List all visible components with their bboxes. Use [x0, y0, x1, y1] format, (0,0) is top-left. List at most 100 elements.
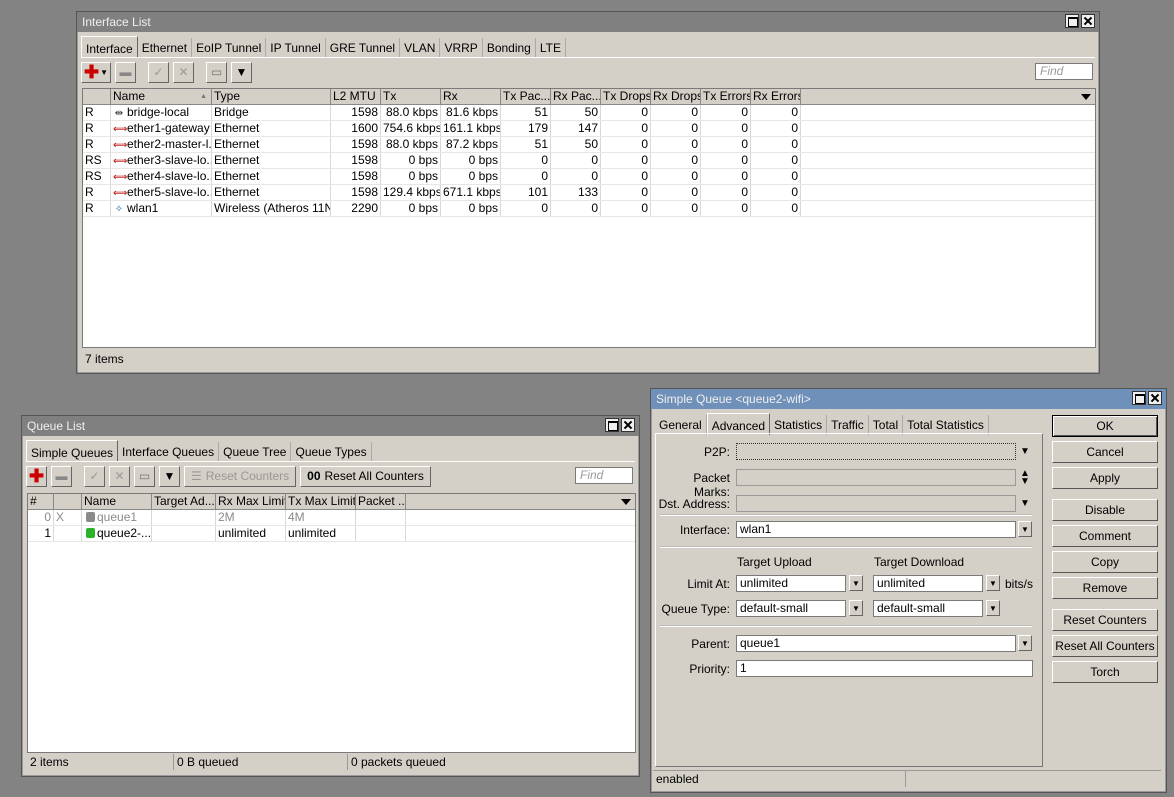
column-header[interactable]: Rx Pac...: [551, 89, 601, 104]
interface-select[interactable]: wlan1: [736, 521, 1016, 538]
simple-queue-tab-total[interactable]: Total: [869, 415, 904, 435]
table-row[interactable]: R ⟺ether5-slave-lo... Ethernet 1598 129.4 kb…: [83, 185, 1095, 201]
remove-button[interactable]: ▬: [51, 465, 72, 487]
queue-tab-interface-queues[interactable]: Interface Queues: [118, 442, 220, 462]
column-header[interactable]: Tx Errors: [701, 89, 751, 104]
reset-counters-button[interactable]: ☰ Reset Counters: [184, 465, 297, 487]
queue-tab-queue-types[interactable]: Queue Types: [291, 442, 372, 462]
dropdown-button-icon[interactable]: ▼: [1018, 635, 1032, 651]
limit-at-upload-field[interactable]: unlimited: [736, 575, 846, 592]
interface-tab-ip-tunnel[interactable]: IP Tunnel: [266, 38, 326, 58]
table-row[interactable]: RS ⟺ether3-slave-lo... Ethernet 1598 0 bps 0 …: [83, 153, 1095, 169]
simple-queue-tab-general[interactable]: General: [655, 415, 707, 435]
interface-tab-bonding[interactable]: Bonding: [483, 38, 536, 58]
column-header[interactable]: [54, 494, 82, 509]
limit-at-download-field[interactable]: unlimited: [873, 575, 983, 592]
column-header[interactable]: Tx Max Limit: [286, 494, 356, 509]
column-header[interactable]: Tx: [381, 89, 441, 104]
column-header[interactable]: Type: [212, 89, 331, 104]
dropdown-button-icon[interactable]: ▼: [986, 600, 1000, 616]
column-header[interactable]: Rx Errors: [751, 89, 801, 104]
add-button[interactable]: ✚: [26, 465, 47, 487]
interface-tab-interface[interactable]: Interface: [81, 36, 138, 58]
filter-button[interactable]: ▼: [231, 61, 252, 83]
interface-tab-vrrp[interactable]: VRRP: [440, 38, 483, 58]
dst-address-field[interactable]: [736, 495, 1016, 512]
dropdown-button-icon[interactable]: ▼: [1018, 521, 1032, 537]
reset-all-counters-button[interactable]: 00 Reset All Counters: [300, 465, 431, 487]
find-input[interactable]: Find: [575, 467, 633, 484]
queue-tab-simple-queues[interactable]: Simple Queues: [26, 440, 119, 462]
dropdown-button-icon[interactable]: ▼: [849, 600, 863, 616]
maximize-icon[interactable]: [1065, 14, 1079, 28]
remove-button[interactable]: ▬: [115, 61, 136, 83]
column-header[interactable]: Rx Drops: [651, 89, 701, 104]
remove-button[interactable]: Remove: [1052, 577, 1158, 599]
column-header[interactable]: Rx Max Limit: [216, 494, 286, 509]
parent-select[interactable]: queue1: [736, 635, 1016, 652]
queue-type-upload-select[interactable]: default-small: [736, 600, 846, 617]
close-icon[interactable]: [621, 418, 635, 432]
add-button[interactable]: ✚ ▼: [81, 61, 111, 83]
column-header[interactable]: Name ▲: [111, 89, 212, 104]
filter-button[interactable]: ▼: [159, 465, 180, 487]
dropdown-arrow-icon[interactable]: ▼: [1020, 498, 1030, 509]
close-icon[interactable]: [1081, 14, 1095, 28]
queue-tab-queue-tree[interactable]: Queue Tree: [219, 442, 292, 462]
column-header[interactable]: Tx Pac...: [501, 89, 551, 104]
comment-button[interactable]: ▭: [134, 465, 155, 487]
priority-field[interactable]: 1: [736, 660, 1033, 677]
column-header[interactable]: Tx Drops: [601, 89, 651, 104]
torch-button[interactable]: Torch: [1052, 661, 1158, 683]
column-chooser[interactable]: [406, 494, 635, 509]
column-header[interactable]: [83, 89, 111, 104]
dropdown-arrow-icon[interactable]: ▼: [1020, 446, 1030, 457]
ok-button[interactable]: OK: [1052, 415, 1158, 437]
reset-counters-button[interactable]: Reset Counters: [1052, 609, 1158, 631]
table-row[interactable]: R ✧ wlan1 Wireless (Atheros 11N) 2290 0 bps 0 …: [83, 201, 1095, 217]
table-row[interactable]: R ⟺ether1-gateway Ethernet 1600 754.6 kbps 16…: [83, 121, 1095, 137]
queue-type-download-select[interactable]: default-small: [873, 600, 983, 617]
enable-button[interactable]: ✓: [84, 465, 105, 487]
interface-tab-eoip-tunnel[interactable]: EoIP Tunnel: [192, 38, 267, 58]
table-row[interactable]: RS ⟺ether4-slave-lo... Ethernet 1598 0 bps 0 …: [83, 169, 1095, 185]
close-icon[interactable]: [1148, 391, 1162, 405]
comment-button[interactable]: ▭: [206, 61, 227, 83]
reset-all-counters-button[interactable]: Reset All Counters: [1052, 635, 1158, 657]
disable-button[interactable]: ✕: [109, 465, 130, 487]
table-row[interactable]: 0 Xqueue1 2M 4M: [28, 510, 635, 526]
up-down-icon[interactable]: ▲ ▼: [1020, 469, 1030, 487]
column-header[interactable]: Target Ad...: [152, 494, 216, 509]
dropdown-button-icon[interactable]: ▼: [849, 575, 863, 591]
maximize-icon[interactable]: [1132, 391, 1146, 405]
p2p-select[interactable]: [736, 443, 1016, 460]
interface-tab-gre-tunnel[interactable]: GRE Tunnel: [326, 38, 401, 58]
table-row[interactable]: 1 queue2-... unlimited unlimited: [28, 526, 635, 542]
simple-queue-tab-traffic[interactable]: Traffic: [827, 415, 869, 435]
interface-tab-vlan[interactable]: VLAN: [400, 38, 441, 58]
maximize-icon[interactable]: [605, 418, 619, 432]
packet-marks-field[interactable]: [736, 469, 1016, 486]
column-header[interactable]: Packet ...: [356, 494, 406, 509]
comment-button[interactable]: Comment: [1052, 525, 1158, 547]
column-header[interactable]: Rx: [441, 89, 501, 104]
find-input[interactable]: Find: [1035, 63, 1093, 80]
disable-button[interactable]: ✕: [173, 61, 194, 83]
simple-queue-titlebar[interactable]: Simple Queue <queue2-wifi>: [651, 389, 1166, 409]
queue-list-titlebar[interactable]: Queue List: [22, 416, 639, 436]
copy-button[interactable]: Copy: [1052, 551, 1158, 573]
column-header[interactable]: Name: [82, 494, 152, 509]
table-row[interactable]: R ⟺ether2-master-l... Ethernet 1598 88.0 kbp…: [83, 137, 1095, 153]
simple-queue-tab-total-statistics[interactable]: Total Statistics: [903, 415, 989, 435]
simple-queue-tab-advanced[interactable]: Advanced: [706, 413, 771, 435]
column-header[interactable]: #: [28, 494, 54, 509]
interface-list-titlebar[interactable]: Interface List: [77, 12, 1099, 32]
interface-tab-lte[interactable]: LTE: [536, 38, 566, 58]
interface-tab-ethernet[interactable]: Ethernet: [138, 38, 193, 58]
column-header[interactable]: L2 MTU: [331, 89, 381, 104]
apply-button[interactable]: Apply: [1052, 467, 1158, 489]
column-chooser[interactable]: [801, 89, 1095, 104]
disable-button[interactable]: Disable: [1052, 499, 1158, 521]
dropdown-button-icon[interactable]: ▼: [986, 575, 1000, 591]
simple-queue-tab-statistics[interactable]: Statistics: [770, 415, 828, 435]
